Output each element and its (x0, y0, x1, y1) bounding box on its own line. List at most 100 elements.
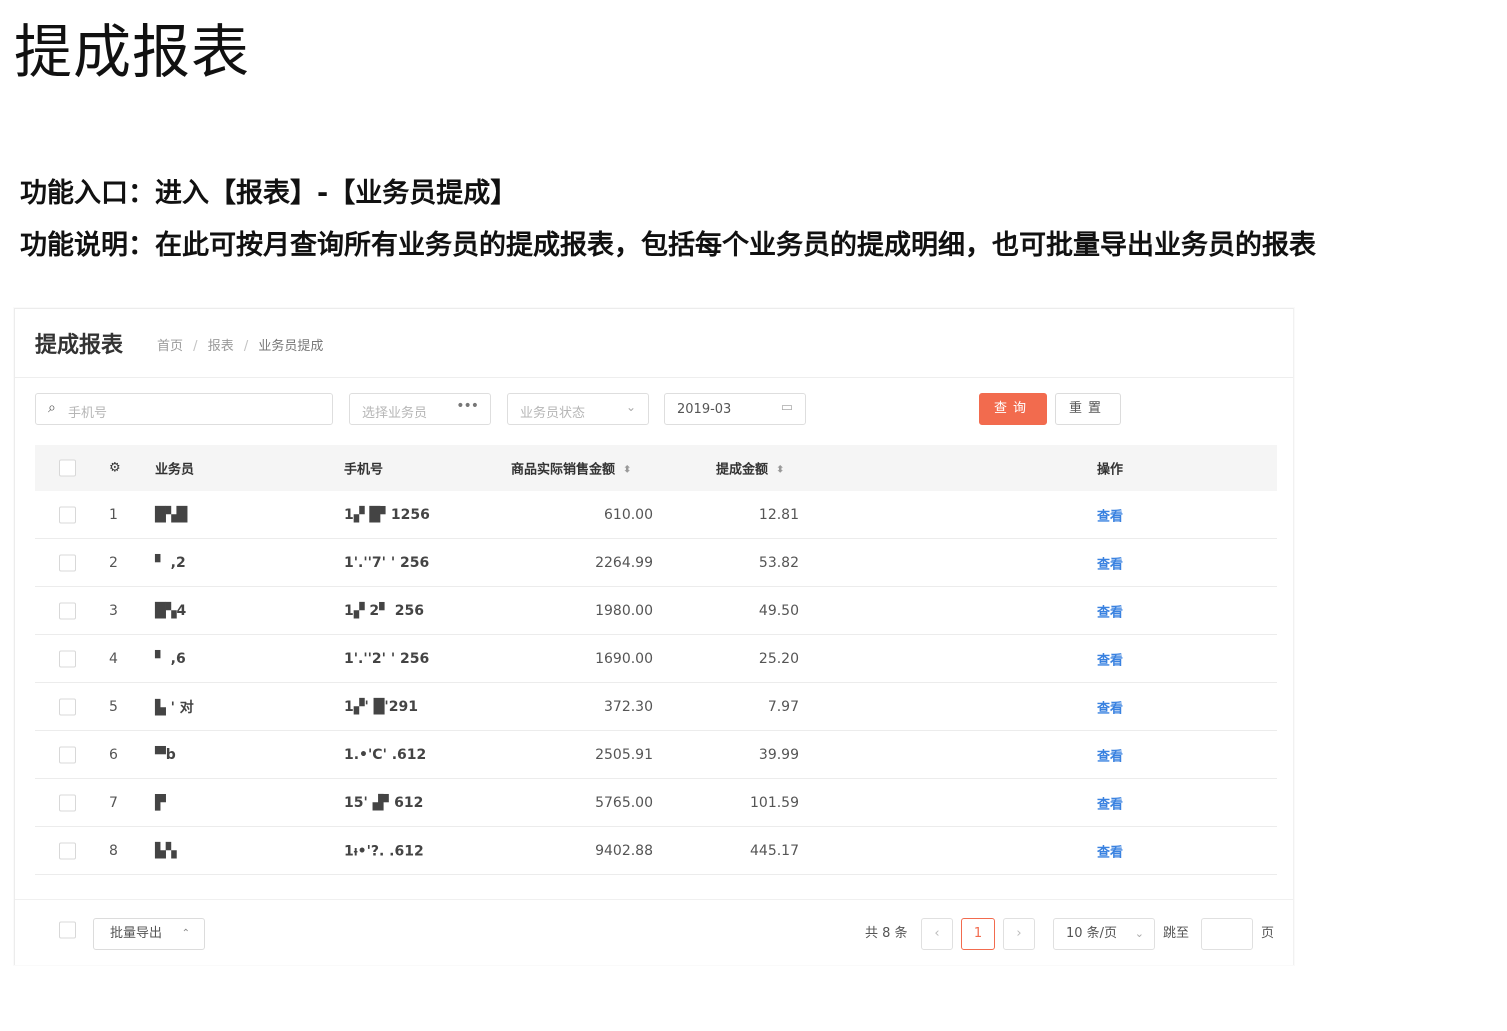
function-description: 功能说明：在此可按月查询所有业务员的提成报表，包括每个业务员的提成明细，也可批量… (20, 230, 1316, 261)
table-row: 4 ▘ ,6 1'.''2' ' 256 1690.00 25.20 查看 (35, 635, 1277, 683)
table-row: 1 █▚█ 1▞ █▘1256 610.00 12.81 查看 (35, 491, 1277, 539)
commission-table: ⚙ 业务员 手机号 商品实际销售金额 ⬍ 提成金额 ⬍ 操作 1 █▚█ 1▞ █▘… (35, 445, 1277, 875)
breadcrumb-separator: / (193, 339, 198, 354)
view-link[interactable]: 查看 (1097, 505, 1123, 524)
status-select[interactable]: 业务员状态 ⌄ (507, 393, 649, 425)
footer-select-all-checkbox[interactable] (59, 921, 76, 939)
sort-icon[interactable]: ⬍ (623, 465, 631, 476)
sales-amount: 5765.00 (595, 794, 653, 811)
row-index: 4 (109, 650, 118, 667)
breadcrumb-current: 业务员提成 (258, 339, 324, 354)
breadcrumb-separator: / (243, 339, 249, 354)
row-checkbox[interactable] (59, 842, 76, 859)
entry-description: 功能入口：进入【报表】-【业务员提成】 (20, 178, 518, 209)
phone-number: 1'.''2' ' 256 (344, 650, 430, 667)
phone-number: 1'.''7' ' 256 (344, 554, 430, 571)
phone-number: 1▞ 2▘ 256 (344, 602, 424, 619)
row-checkbox[interactable] (59, 698, 76, 715)
header-phone: 手机号 (344, 462, 384, 478)
table-footer: 批量导出 ⌃ 共 8 条 ‹ 1 › 10 条/页 ⌄ 跳至 页 (15, 899, 1293, 960)
salesperson-name: ▙ ' 对 (155, 699, 194, 716)
table-row: 5 ▙ ' 对 1▞' █'291 372.30 7.97 查看 (35, 683, 1277, 731)
view-link[interactable]: 查看 (1097, 697, 1123, 716)
salesperson-name: ▘ ,2 (155, 554, 186, 571)
salesperson-name: ▙▚ (155, 842, 177, 859)
header-commission[interactable]: 提成金额 ⬍ (716, 459, 784, 478)
document-title: 提成报表 (14, 18, 251, 86)
chevron-left-icon: ‹ (934, 926, 940, 941)
breadcrumb-home[interactable]: 首页 (157, 339, 183, 354)
jump-page-input[interactable] (1201, 918, 1253, 950)
chevron-right-icon: › (1016, 926, 1022, 941)
view-link[interactable]: 查看 (1097, 841, 1123, 860)
page-size-value: 10 条/页 (1066, 926, 1118, 941)
row-checkbox[interactable] (59, 554, 76, 571)
salesperson-placeholder: 选择业务员 (362, 406, 428, 421)
commission-amount: 101.59 (750, 794, 799, 811)
chevron-up-icon: ⌃ (181, 928, 190, 939)
table-row: 3 █▚4 1▞ 2▘ 256 1980.00 49.50 查看 (35, 587, 1277, 635)
select-all-checkbox[interactable] (59, 459, 76, 477)
page-title: 提成报表 (35, 333, 124, 358)
commission-amount: 53.82 (758, 554, 799, 571)
table-row: 8 ▙▚ 1ᵼ•'?. .612 9402.88 445.17 查看 (35, 827, 1277, 875)
row-checkbox[interactable] (59, 602, 76, 619)
sort-icon[interactable]: ⬍ (776, 465, 784, 476)
calendar-icon: ▭ (780, 400, 793, 415)
row-index: 8 (109, 842, 118, 859)
commission-amount: 25.20 (758, 650, 799, 667)
view-link[interactable]: 查看 (1097, 649, 1123, 668)
next-page-button[interactable]: › (1003, 918, 1035, 950)
chevron-down-icon: ⌄ (1134, 927, 1144, 940)
row-checkbox[interactable] (59, 506, 76, 523)
row-index: 7 (109, 794, 118, 811)
salesperson-name: █▚█ (155, 506, 188, 523)
jump-label: 跳至 (1163, 926, 1190, 941)
total-count: 共 8 条 (865, 926, 908, 941)
view-link[interactable]: 查看 (1097, 745, 1123, 764)
sales-amount: 610.00 (604, 506, 653, 523)
view-link[interactable]: 查看 (1097, 553, 1123, 572)
reset-button[interactable]: 重置 (1055, 393, 1121, 425)
sales-amount: 2264.99 (595, 554, 653, 571)
prev-page-button[interactable]: ‹ (921, 918, 953, 950)
phone-number: 1▞' █'291 (344, 698, 418, 715)
salesperson-name: ▛ (155, 794, 166, 811)
view-link[interactable]: 查看 (1097, 601, 1123, 620)
row-checkbox[interactable] (59, 650, 76, 667)
month-value: 2019-03 (677, 402, 732, 417)
bulk-export-button[interactable]: 批量导出 ⌃ (93, 918, 205, 950)
view-link[interactable]: 查看 (1097, 793, 1123, 812)
status-placeholder: 业务员状态 (520, 406, 586, 421)
column-settings-icon[interactable]: ⚙ (109, 461, 121, 476)
table-row: 7 ▛ 15' ▟▘612 5765.00 101.59 查看 (35, 779, 1277, 827)
commission-amount: 7.97 (767, 698, 799, 715)
page-size-select[interactable]: 10 条/页 ⌄ (1053, 918, 1155, 950)
header-commission-label: 提成金额 (716, 462, 769, 478)
salesperson-name: ▀b (155, 746, 176, 763)
table-row: 6 ▀b 1.•'C' .612 2505.91 39.99 查看 (35, 731, 1277, 779)
query-button[interactable]: 查询 (979, 393, 1047, 425)
row-checkbox[interactable] (59, 746, 76, 763)
phone-number: 15' ▟▘612 (344, 794, 424, 811)
breadcrumb-reports[interactable]: 报表 (208, 339, 234, 354)
commission-amount: 49.50 (758, 602, 799, 619)
sales-amount: 9402.88 (595, 842, 653, 859)
phone-placeholder: 手机号 (68, 406, 108, 421)
phone-number: 1.•'C' .612 (344, 746, 427, 763)
month-picker[interactable]: 2019-03 ▭ (664, 393, 806, 425)
phone-search-input[interactable]: ⌕ 手机号 (35, 393, 333, 425)
header-salesperson: 业务员 (155, 462, 195, 478)
page-1-button[interactable]: 1 (961, 918, 995, 950)
row-index: 6 (109, 746, 118, 763)
sales-amount: 372.30 (604, 698, 653, 715)
bulk-export-label: 批量导出 (110, 926, 163, 941)
filter-bar: ⌕ 手机号 选择业务员 ••• 业务员状态 ⌄ 2019-03 ▭ 查询 重置 (15, 393, 1293, 431)
chevron-down-icon: ⌄ (625, 400, 636, 414)
header-sales-amount[interactable]: 商品实际销售金额 ⬍ (511, 459, 631, 478)
search-icon: ⌕ (48, 400, 56, 416)
phone-number: 1ᵼ•'?. .612 (344, 843, 424, 859)
sales-amount: 1690.00 (595, 650, 653, 667)
row-checkbox[interactable] (59, 794, 76, 811)
salesperson-select[interactable]: 选择业务员 ••• (349, 393, 491, 425)
